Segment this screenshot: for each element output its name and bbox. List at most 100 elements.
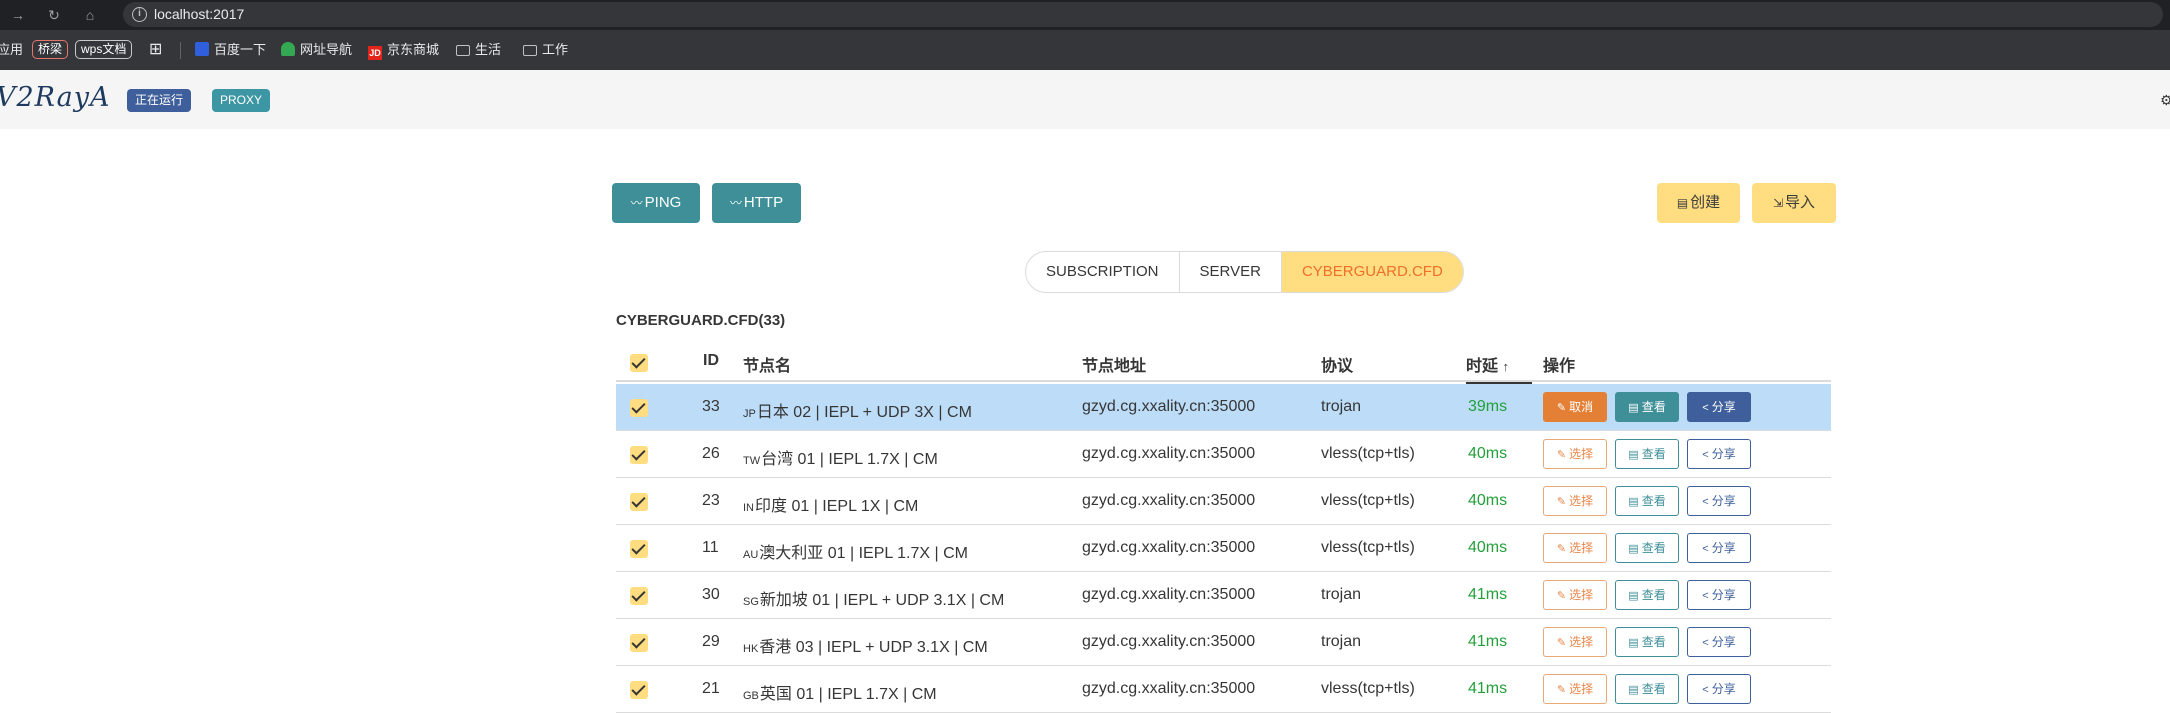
select-icon: ✎	[1556, 684, 1567, 696]
row-checkbox[interactable]	[630, 446, 648, 464]
home-icon[interactable]: ⌂	[80, 5, 100, 25]
row-protocol: vless(tcp+tls)	[1321, 680, 1415, 697]
wave-icon: 〰	[729, 196, 742, 210]
bookmark-life[interactable]: 生活	[456, 40, 501, 60]
table-row[interactable]: 29 HK香港 03 | IEPL + UDP 3.1X | CM gzyd.cg.…	[616, 619, 1831, 666]
select-button[interactable]: ✎ 选择	[1543, 486, 1607, 516]
share-button[interactable]: < 分享	[1687, 392, 1751, 422]
select-button[interactable]: ✎ 选择	[1543, 439, 1607, 469]
table-row[interactable]: 26 TW台湾 01 | IEPL 1.7X | CM gzyd.cg.xxalit…	[616, 431, 1831, 478]
row-checkbox[interactable]	[630, 493, 648, 511]
status-running-badge[interactable]: 正在运行	[127, 89, 192, 112]
column-latency[interactable]: 时延 ↑	[1466, 352, 1532, 384]
view-button[interactable]: ▤ 查看	[1615, 392, 1679, 422]
row-latency: 40ms	[1468, 539, 1508, 556]
bookmark-baidu[interactable]: 百度一下	[195, 40, 266, 60]
row-address: gzyd.cg.xxality.cn:35000	[1082, 633, 1256, 650]
row-id: 26	[702, 445, 720, 462]
file-add-icon: ▤	[1676, 196, 1689, 210]
row-latency: 41ms	[1468, 680, 1508, 697]
flag-code: AU	[743, 549, 759, 561]
row-checkbox[interactable]	[630, 681, 648, 699]
row-name: AU澳大利亚 01 | IEPL 1.7X | CM	[743, 545, 968, 562]
table-row[interactable]: 30 SG新加坡 01 | IEPL + UDP 3.1X | CM gzyd.cg…	[616, 572, 1831, 619]
row-id: 33	[702, 398, 720, 415]
sort-asc-icon: ↑	[1502, 359, 1509, 374]
ping-button[interactable]: 〰 PING	[612, 183, 700, 223]
select-icon: ✎	[1556, 637, 1567, 649]
folder-icon	[456, 45, 470, 56]
table-row[interactable]: 21 GB英国 01 | IEPL 1.7X | CM gzyd.cg.xxalit…	[616, 666, 1831, 713]
tab-subscription[interactable]: SUBSCRIPTION	[1026, 252, 1180, 292]
row-address: gzyd.cg.xxality.cn:35000	[1082, 680, 1256, 697]
group-title: CYBERGUARD.CFD(33)	[616, 312, 786, 329]
select-button[interactable]: ✎ 选择	[1543, 627, 1607, 657]
share-button[interactable]: < 分享	[1687, 674, 1751, 704]
column-protocol[interactable]: 协议	[1321, 352, 1353, 376]
row-name: TW台湾 01 | IEPL 1.7X | CM	[743, 451, 938, 468]
table-row[interactable]: 23 IN印度 01 | IEPL 1X | CM gzyd.cg.xxality.…	[616, 478, 1831, 525]
share-icon: <	[1702, 684, 1709, 696]
select-button[interactable]: ✎ 选择	[1543, 533, 1607, 563]
forward-icon[interactable]: →	[8, 5, 28, 25]
bookmark-nav[interactable]: 网址导航	[281, 40, 352, 60]
cancel-button[interactable]: ✎ 取消	[1543, 392, 1607, 422]
import-icon: ⇲	[1772, 196, 1784, 210]
bookmark-jd[interactable]: JD 京东商城	[368, 40, 439, 60]
reload-icon[interactable]: ↻	[44, 5, 64, 25]
view-icon: ▤	[1628, 496, 1639, 508]
row-address: gzyd.cg.xxality.cn:35000	[1082, 445, 1256, 462]
flag-code: JP	[743, 408, 756, 420]
view-button[interactable]: ▤ 查看	[1615, 627, 1679, 657]
apps-grid-icon[interactable]: ⊞	[149, 40, 162, 60]
url-text[interactable]: localhost:2017	[154, 6, 244, 22]
address-bar[interactable]: i localhost:2017	[123, 2, 2163, 27]
share-button[interactable]: < 分享	[1687, 580, 1751, 610]
bookmark-work[interactable]: 工作	[523, 40, 568, 60]
view-button[interactable]: ▤ 查看	[1615, 486, 1679, 516]
tab-server[interactable]: SERVER	[1180, 252, 1282, 292]
row-protocol: vless(tcp+tls)	[1321, 539, 1415, 556]
baidu-icon	[195, 42, 209, 56]
settings-icon[interactable]: ⚙	[2160, 92, 2170, 109]
share-button[interactable]: < 分享	[1687, 486, 1751, 516]
view-button[interactable]: ▤ 查看	[1615, 580, 1679, 610]
create-button[interactable]: ▤ 创建	[1657, 183, 1740, 223]
share-button[interactable]: < 分享	[1687, 439, 1751, 469]
bookmark-wps[interactable]: wps文档	[75, 40, 133, 59]
v2raya-logo[interactable]: V2RayA	[0, 82, 110, 113]
bookmark-separator	[180, 42, 181, 59]
view-button[interactable]: ▤ 查看	[1615, 439, 1679, 469]
tab-cyberguard[interactable]: CYBERGUARD.CFD	[1281, 252, 1463, 292]
table-row[interactable]: 11 AU澳大利亚 01 | IEPL 1.7X | CM gzyd.cg.xxal…	[616, 525, 1831, 572]
select-button[interactable]: ✎ 选择	[1543, 674, 1607, 704]
flag-code: HK	[743, 643, 759, 655]
row-name: GB英国 01 | IEPL 1.7X | CM	[743, 686, 937, 703]
import-button[interactable]: ⇲ 导入	[1752, 183, 1836, 223]
column-id[interactable]: ID	[703, 352, 719, 370]
view-button[interactable]: ▤ 查看	[1615, 533, 1679, 563]
info-icon[interactable]: i	[132, 7, 147, 22]
http-button[interactable]: 〰 HTTP	[712, 183, 801, 223]
column-name[interactable]: 节点名	[743, 352, 791, 376]
bookmark-apps[interactable]: 应用	[0, 40, 23, 60]
share-button[interactable]: < 分享	[1687, 627, 1751, 657]
row-checkbox[interactable]	[630, 587, 648, 605]
row-checkbox[interactable]	[630, 399, 648, 417]
table-row[interactable]: 33 JP日本 02 | IEPL + UDP 3X | CM gzyd.cg.xx…	[616, 384, 1831, 431]
row-latency: 39ms	[1468, 398, 1508, 415]
select-all-checkbox[interactable]	[630, 354, 648, 372]
proxy-badge[interactable]: PROXY	[212, 89, 271, 112]
row-address: gzyd.cg.xxality.cn:35000	[1082, 398, 1256, 415]
bookmark-bridge[interactable]: 桥梁	[32, 40, 69, 59]
column-address[interactable]: 节点地址	[1082, 352, 1146, 376]
row-name: SG新加坡 01 | IEPL + UDP 3.1X | CM	[743, 592, 1005, 609]
server-tabs: SUBSCRIPTION SERVER CYBERGUARD.CFD	[1025, 251, 1464, 293]
share-button[interactable]: < 分享	[1687, 533, 1751, 563]
row-checkbox[interactable]	[630, 540, 648, 558]
flag-code: SG	[743, 596, 759, 608]
row-checkbox[interactable]	[630, 634, 648, 652]
view-button[interactable]: ▤ 查看	[1615, 674, 1679, 704]
row-id: 30	[702, 586, 720, 603]
select-button[interactable]: ✎ 选择	[1543, 580, 1607, 610]
